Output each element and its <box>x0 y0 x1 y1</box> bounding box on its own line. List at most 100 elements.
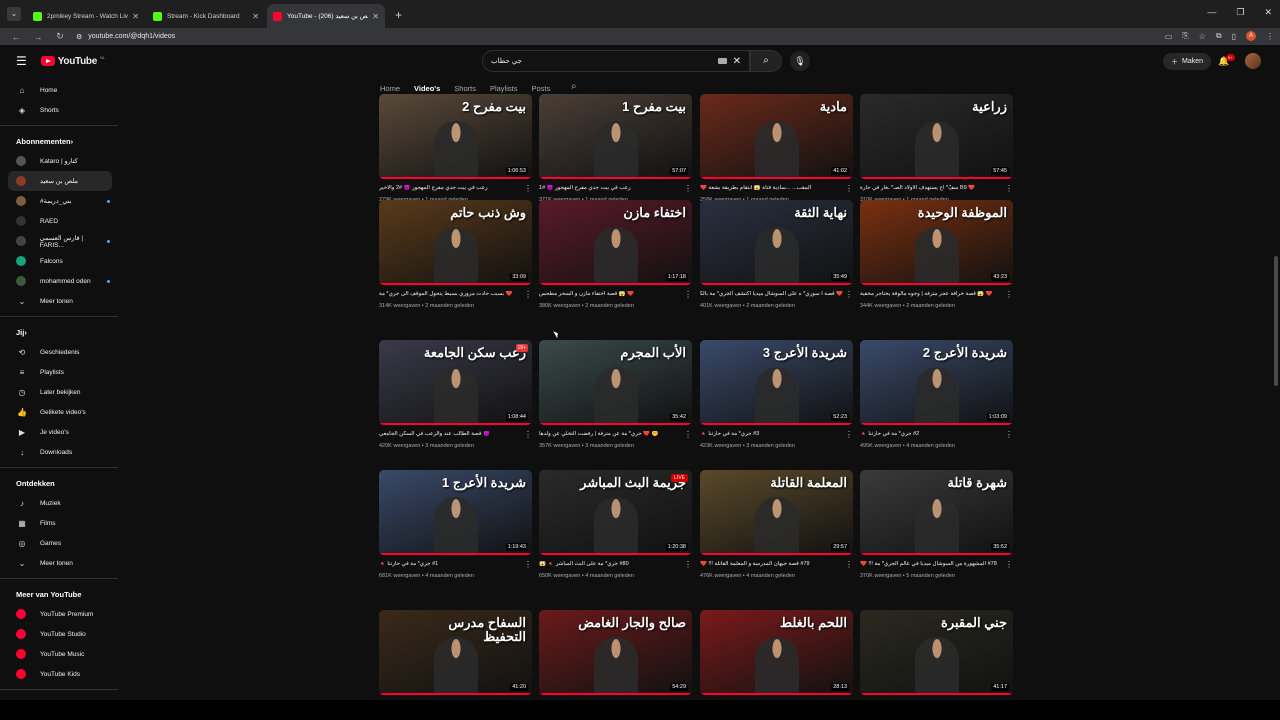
tab-videos[interactable]: Video's <box>414 84 440 93</box>
video-title[interactable]: ❤️ قصة ا سوري* ه على السوشال ميديا اكتشف… <box>700 291 843 298</box>
more-actions-icon[interactable]: ⋮ <box>682 290 692 298</box>
browser-profile-avatar[interactable]: A <box>1246 31 1256 41</box>
more-actions-icon[interactable]: ⋮ <box>843 184 853 192</box>
video-card[interactable]: جريمة البث المباشر LIVE 1:20:38 #80 جري* مة… <box>539 470 692 579</box>
video-title[interactable]: ❤️ B9 سفّ* اح يستهدف الأولاد الصـ* ـغار … <box>860 185 1003 192</box>
sidebar-subscription[interactable]: Falcons <box>0 251 120 271</box>
sidebar-item[interactable]: YouTube Premium <box>0 604 120 624</box>
video-thumbnail[interactable]: بيت مفرح 1 57:07 <box>539 94 692 179</box>
browser-menu-icon[interactable]: ⋮ <box>1266 32 1274 41</box>
voice-search-button[interactable]: 🎙 <box>790 51 810 71</box>
video-thumbnail[interactable]: شريدة الأعرج 1 1:19:43 <box>379 470 532 555</box>
channel-search-icon[interactable]: ⌕ <box>571 81 577 92</box>
video-card[interactable]: السفاح مدرس التحفيظ 41:20 <box>379 610 532 695</box>
video-thumbnail[interactable]: رعب سكن الجامعة 18+ 1:08:44 <box>379 340 532 425</box>
more-actions-icon[interactable]: ⋮ <box>522 290 532 298</box>
extensions-icon[interactable]: ⧉ <box>1216 31 1222 41</box>
youtube-logo[interactable]: YouTube NL <box>40 55 105 67</box>
more-actions-icon[interactable]: ⋮ <box>1003 184 1013 192</box>
video-card[interactable]: صالح والجار الغامض 54:29 <box>539 610 692 695</box>
video-title[interactable]: #78 المشهورة من السوشال ميديا في عالم ال… <box>860 561 1003 568</box>
tab-search-button[interactable]: ⌄ <box>7 7 21 21</box>
back-icon[interactable]: ← <box>10 32 22 42</box>
clear-search-icon[interactable]: ✕ <box>733 56 741 67</box>
more-actions-icon[interactable]: ⋮ <box>843 290 853 298</box>
video-card[interactable]: شريدة الأعرج 1 1:19:43 #1 جري* مة في حارتن… <box>379 470 532 579</box>
video-title[interactable]: #2 جري* مة في حارتنا 🔺 <box>860 431 1003 438</box>
cast-icon[interactable]: ▭ <box>1165 32 1173 41</box>
bookmark-icon[interactable]: ☆ <box>1199 32 1206 41</box>
more-actions-icon[interactable]: ⋮ <box>522 184 532 192</box>
menu-icon[interactable]: ☰ <box>16 54 27 68</box>
video-thumbnail[interactable]: صالح والجار الغامض 54:29 <box>539 610 692 695</box>
close-window-button[interactable]: ✕ <box>1264 7 1272 18</box>
new-tab-button[interactable]: + <box>395 8 402 22</box>
video-thumbnail[interactable]: اختفاء مازن 1:17:18 <box>539 200 692 285</box>
url-field[interactable]: youtube.com/@dqh1/videos <box>88 33 175 40</box>
tab-shorts[interactable]: Shorts <box>454 84 476 93</box>
tab-close-icon[interactable]: ✕ <box>132 12 139 21</box>
video-card[interactable]: وش ذنب حاتم 33:09 ❤️ بسبب حادث مروري بسيط … <box>379 200 532 309</box>
video-thumbnail[interactable]: شريدة الأعرج 3 52:23 <box>700 340 853 425</box>
sidebar-subscription[interactable]: Kataro | كتارو <box>0 151 120 171</box>
video-thumbnail[interactable]: شهرة قاتلة 35:52 <box>860 470 1013 555</box>
sidebar-subscription[interactable]: #بني_دريمة <box>0 191 120 211</box>
tab-close-icon[interactable]: ✕ <box>252 12 259 21</box>
video-card[interactable]: شريدة الأعرج 2 1:03:09 #2 جري* مة في حارتن… <box>860 340 1013 449</box>
video-card[interactable]: الأب المجرم 35:42 🤫 ❤️ جري* مة عن مترفة | … <box>539 340 692 449</box>
video-card[interactable]: بيت مفرح 1 57:07 رعب في بيت جدي مفرح المهج… <box>539 94 692 203</box>
video-card[interactable]: شهرة قاتلة 35:52 #78 المشهورة من السوشال م… <box>860 470 1013 579</box>
sidebar-item[interactable]: ◈ Shorts <box>0 100 120 120</box>
more-actions-icon[interactable]: ⋮ <box>682 430 692 438</box>
sidebar-item[interactable]: ◎ Games <box>0 533 120 553</box>
sidebar-item[interactable]: YouTube Kids <box>0 664 120 684</box>
video-card[interactable]: بيت مفرح 2 1:06:53 رعب في بيت جدي مفرح الم… <box>379 94 532 203</box>
video-card[interactable]: مادية 41:02 المقب... ...سادية فتاة 😱 انتقا… <box>700 94 853 203</box>
sidebar-subscription[interactable]: فارس العسمي | FARIS... <box>0 231 120 251</box>
sidebar-item[interactable]: ▶ Je video's <box>0 422 120 442</box>
video-title[interactable]: 👿 قصة الطالب عند والرعب في السكن الجامعي <box>379 431 522 438</box>
video-card[interactable]: اختفاء مازن 1:17:18 ❤️ 😱 قصة اختفاء مازن و… <box>539 200 692 309</box>
video-title[interactable]: #1 جري* مة في حارتنا 🔺 <box>379 561 522 568</box>
subscriptions-heading[interactable]: Abonnementen › <box>0 131 120 151</box>
video-title[interactable]: رعب في بيت جدي مفرح المهجور 👿 #1 <box>539 185 682 192</box>
more-actions-icon[interactable]: ⋮ <box>522 430 532 438</box>
video-title[interactable]: ❤️ 😱 قصة اختفاء مازن و السحر مطحس <box>539 291 682 298</box>
browser-tab[interactable]: Stream - Kick Dashboard ✕ <box>147 4 265 28</box>
sidebar-item[interactable]: ⌄ Meer tonen <box>0 291 120 311</box>
tab-posts[interactable]: Posts <box>531 84 550 93</box>
video-thumbnail[interactable]: الأب المجرم 35:42 <box>539 340 692 425</box>
forward-icon[interactable]: → <box>32 32 44 42</box>
sidebar-item[interactable]: ♪ Muziek <box>0 493 120 513</box>
search-button[interactable]: ⌕ <box>750 50 782 72</box>
more-actions-icon[interactable]: ⋮ <box>682 560 692 568</box>
translate-icon[interactable]: ⎘ <box>1182 31 1188 41</box>
video-thumbnail[interactable]: جني المقبرة 41:17 <box>860 610 1013 695</box>
browser-tab[interactable]: 2pmikey Stream - Watch Live o ✕ <box>27 4 145 28</box>
video-card[interactable]: جني المقبرة 41:17 <box>860 610 1013 695</box>
sidebar-item[interactable]: ↓ Downloads <box>0 442 120 462</box>
video-card[interactable]: رعب سكن الجامعة 18+ 1:08:44 👿 قصة الطالب عن… <box>379 340 532 449</box>
keyboard-icon[interactable] <box>717 58 727 64</box>
video-thumbnail[interactable]: وش ذنب حاتم 33:09 <box>379 200 532 285</box>
more-actions-icon[interactable]: ⋮ <box>1003 290 1013 298</box>
reload-icon[interactable]: ↻ <box>54 31 66 42</box>
video-card[interactable]: اللحم بالغلط 28:13 <box>700 610 853 695</box>
video-thumbnail[interactable]: اللحم بالغلط 28:13 <box>700 610 853 695</box>
sidebar-item[interactable]: YouTube Music <box>0 644 120 664</box>
video-card[interactable]: نهاية الثقة 35:49 ❤️ قصة ا سوري* ه على الس… <box>700 200 853 309</box>
video-title[interactable]: ❤️ بسبب حادث مروري بسيط يتحول الموقف الى… <box>379 291 522 298</box>
video-title[interactable]: ❤️ 😱 قصة خرافة عجز مترفة | وجوه مألوفة ي… <box>860 291 1003 298</box>
video-card[interactable]: الموظفة الوحيدة 43:23 ❤️ 😱 قصة خرافة عجز م… <box>860 200 1013 309</box>
sidebar-subscription[interactable]: mohammed oden <box>0 271 120 291</box>
more-actions-icon[interactable]: ⋮ <box>1003 560 1013 568</box>
sidebar-item[interactable]: ⌂ Home <box>0 80 120 100</box>
create-button[interactable]: ＋ Maken <box>1163 53 1212 70</box>
site-info-icon[interactable]: ⚙ <box>76 33 82 41</box>
tab-playlists[interactable]: Playlists <box>490 84 518 93</box>
video-card[interactable]: زراعية 57:45 ❤️ B9 سفّ* اح يستهدف الأولاد … <box>860 94 1013 203</box>
you-heading[interactable]: Jij › <box>0 322 120 342</box>
sidebar-subscription[interactable]: ملص بن سعيد <box>8 171 112 191</box>
video-thumbnail[interactable]: مادية 41:02 <box>700 94 853 179</box>
sidebar-item[interactable]: ▦ Films <box>0 513 120 533</box>
